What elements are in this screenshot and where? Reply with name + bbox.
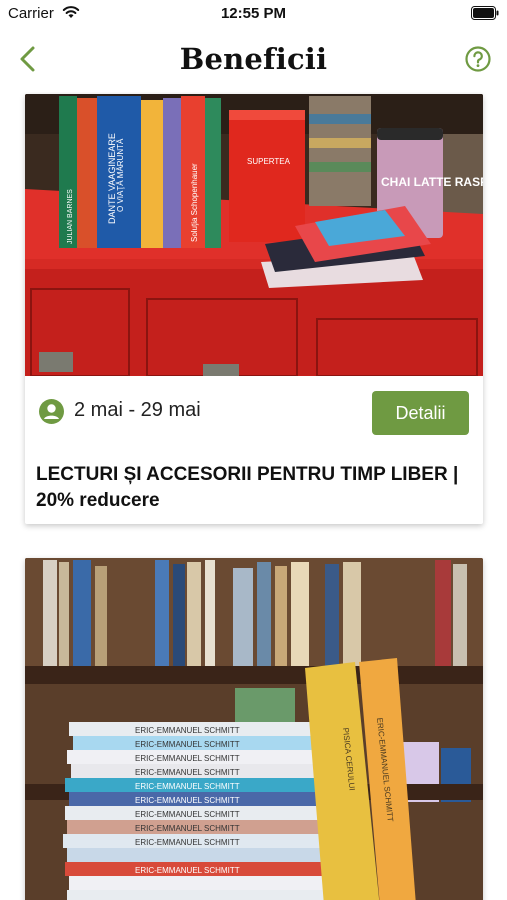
navigation-bar: Beneficii [0, 28, 507, 92]
book-spine-text: O VIAŢĂ MĂRUNTĂ [116, 138, 125, 212]
offer-title: LECTURI ȘI ACCESORII PENTRU TIMP LIBER |… [36, 464, 459, 511]
book-spine-text: ERIC-EMMANUEL SCHMITT [135, 838, 240, 847]
status-bar: Carrier 12:55 PM [0, 0, 507, 28]
battery-icon [471, 6, 499, 20]
status-time: 12:55 PM [220, 5, 287, 22]
book-spine-text: ERIC-EMMANUEL SCHMITT [135, 866, 240, 875]
book-spine-text: ERIC-EMMANUEL SCHMITT [135, 782, 240, 791]
benefit-card[interactable]: ERIC-EMMANUEL SCHMITT ERIC-EMMANUEL SCHM… [25, 558, 483, 900]
book-spine-text: ERIC-EMMANUEL SCHMITT [135, 740, 240, 749]
book-spine-text: ERIC-EMMANUEL SCHMITT [135, 810, 240, 819]
book-spine-text: ERIC-EMMANUEL SCHMITT [135, 824, 240, 833]
question-circle-icon[interactable] [465, 46, 491, 72]
user-circle-icon [39, 399, 64, 424]
benefits-list[interactable]: DANTE VAAGINEARE O VIAŢĂ MĂRUNTĂ JULIAN … [0, 92, 507, 900]
book-spine-text: ERIC-EMMANUEL SCHMITT [135, 768, 240, 777]
details-button[interactable]: Detalii [372, 391, 469, 435]
box-label: SUPERTEA [247, 157, 291, 166]
book-spine-text: ERIC-EMMANUEL SCHMITT [135, 796, 240, 805]
benefit-card[interactable]: DANTE VAAGINEARE O VIAŢĂ MĂRUNTĂ JULIAN … [25, 94, 483, 524]
can-label: CHAI LATTE RASPBERRY [381, 175, 483, 189]
offer-info-row: 2 mai - 29 mai Detalii [39, 391, 469, 435]
book-spine-text: ERIC-EMMANUEL SCHMITT [135, 754, 240, 763]
book-spine-text: Soluţia Schopenhauer [190, 163, 199, 242]
benefit-photo: DANTE VAAGINEARE O VIAŢĂ MĂRUNTĂ JULIAN … [25, 94, 483, 376]
book-spine-text: JULIAN BARNES [67, 189, 74, 244]
benefit-photo: ERIC-EMMANUEL SCHMITT ERIC-EMMANUEL SCHM… [25, 558, 483, 900]
page-title: Beneficii [179, 42, 328, 76]
offer-date-range: 2 mai - 29 mai [74, 399, 201, 421]
book-spine-text: ERIC-EMMANUEL SCHMITT [135, 726, 240, 735]
